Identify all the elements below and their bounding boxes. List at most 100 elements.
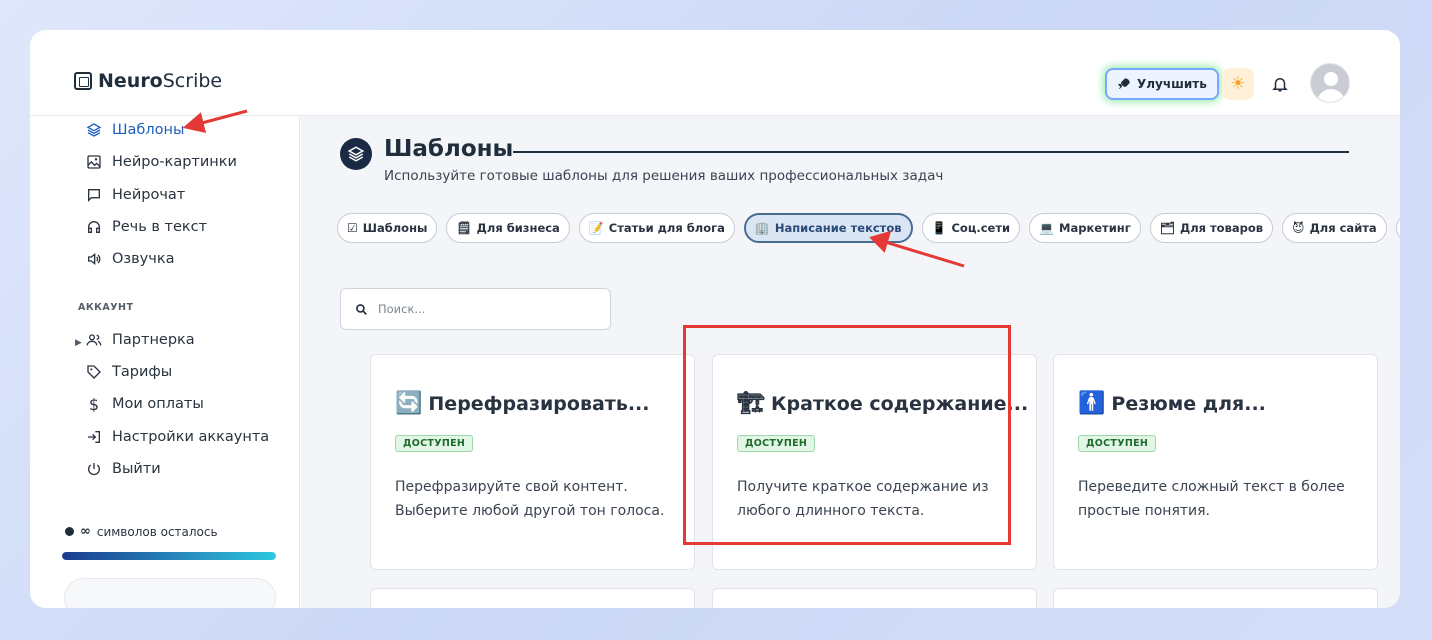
card-description: Переведите сложный текст в более простые… xyxy=(1078,479,1345,519)
sidebar-item-label: Мои оплаты xyxy=(112,396,204,412)
chip-business[interactable]: 🗒 Для бизнеса xyxy=(446,213,570,243)
chip-label: Для сайта xyxy=(1309,221,1377,235)
avatar[interactable] xyxy=(1310,63,1350,103)
template-card[interactable] xyxy=(712,588,1037,608)
symbols-progress-fill xyxy=(62,552,276,560)
chip-marketing[interactable]: 💻 Маркетинг xyxy=(1029,213,1141,243)
logo-icon xyxy=(74,72,92,90)
chip-website[interactable]: 😈 Для сайта xyxy=(1282,213,1387,243)
chip-label: Маркетинг xyxy=(1059,221,1131,235)
dollar-icon: $ xyxy=(88,394,100,414)
logo[interactable]: NeuroScribe xyxy=(74,70,222,92)
chip-label: Написание текстов xyxy=(774,221,902,235)
sidebar-item-label: Выйти xyxy=(112,461,161,477)
account-section-label: АККАУНТ xyxy=(78,302,134,313)
sidebar-item-label: Нейрочат xyxy=(112,187,186,203)
sidebar-item-label: Нейро-картинки xyxy=(112,154,237,170)
sidebar-item-label: Партнерка xyxy=(112,332,195,348)
page-title: Шаблоны xyxy=(384,136,514,162)
sidebar-item-speech-to-text[interactable]: Речь в текст xyxy=(86,219,207,235)
chat-icon xyxy=(86,187,102,203)
chip-templates[interactable]: ☑ Шаблоны xyxy=(337,213,438,243)
rocket-icon xyxy=(1117,78,1130,89)
sidebar-item-neurochat[interactable]: Нейрочат xyxy=(86,187,185,203)
sidebar-item-label: Тарифы xyxy=(112,364,173,380)
power-icon xyxy=(86,461,102,477)
sidebar-item-account-settings[interactable]: Настройки аккаунта xyxy=(86,429,269,445)
layers-icon xyxy=(86,122,102,138)
bell-icon xyxy=(1272,78,1288,92)
headphones-icon xyxy=(86,219,102,235)
building-icon: 🏢 xyxy=(754,221,770,235)
status-dot xyxy=(65,527,74,536)
sidebar-bottom-control[interactable] xyxy=(64,578,276,608)
title-divider xyxy=(513,151,1349,153)
chip-more[interactable] xyxy=(1395,213,1400,243)
sidebar-item-partners[interactable]: Партнерка xyxy=(86,332,195,348)
sidebar-item-voiceover[interactable]: Озвучка xyxy=(86,251,174,267)
sidebar-item-tariffs[interactable]: Тарифы xyxy=(86,364,172,380)
sidebar-item-label: Шаблоны xyxy=(112,122,185,138)
phone-icon: 📱 xyxy=(931,221,947,235)
template-card[interactable] xyxy=(1053,588,1378,608)
sidebar: Шаблоны Нейро-картинки Нейрочат Речь в т… xyxy=(30,116,300,608)
status-badge: ДОСТУПЕН xyxy=(1078,435,1157,452)
symbols-remaining: ∞ символов осталось xyxy=(65,524,218,539)
chip-label: Статьи для блога xyxy=(608,221,725,235)
symbols-label: символов осталось xyxy=(96,524,218,539)
card-description: Перефразируйте свой контент. Выберите лю… xyxy=(395,479,665,519)
sidebar-item-label: Речь в текст xyxy=(112,219,208,235)
template-card[interactable] xyxy=(370,588,695,608)
chip-label: Для товаров xyxy=(1179,221,1264,235)
logo-text: NeuroScribe xyxy=(98,70,223,92)
upgrade-label: Улучшить xyxy=(1137,77,1207,91)
card-title-text: Резюме для... xyxy=(1111,392,1266,415)
notifications-button[interactable] xyxy=(1270,72,1290,96)
sidebar-item-label: Настройки аккаунта xyxy=(112,429,270,445)
template-card-resume[interactable]: 🚹 Резюме для... ДОСТУПЕН Переведите сложн… xyxy=(1053,354,1378,570)
memo-icon: 📝 xyxy=(588,221,604,235)
users-icon xyxy=(86,332,102,348)
status-badge: ДОСТУПЕН xyxy=(395,435,474,452)
caret-right-icon[interactable]: ▶ xyxy=(75,338,82,348)
search-placeholder: Поиск... xyxy=(378,302,426,316)
sidebar-item-logout[interactable]: Выйти xyxy=(86,461,161,477)
chip-social[interactable]: 📱 Соц.сети xyxy=(921,213,1021,243)
chip-products[interactable]: 🗂 Для товаров xyxy=(1149,213,1274,243)
search-field[interactable]: Поиск... xyxy=(340,288,611,330)
upgrade-button[interactable]: Улучшить xyxy=(1105,68,1219,100)
card-index-icon: 🗂 xyxy=(1159,221,1175,235)
category-chips: ☑ Шаблоны 🗒 Для бизнеса 📝 Статьи для блога … xyxy=(337,213,1400,243)
symbols-count: ∞ xyxy=(80,524,91,539)
login-icon xyxy=(86,429,102,445)
laptop-icon: 💻 xyxy=(1039,221,1055,235)
sidebar-item-label: Озвучка xyxy=(112,251,175,267)
chip-blog-articles[interactable]: 📝 Статьи для блога xyxy=(578,213,735,243)
tag-icon xyxy=(86,364,102,380)
checkbox-icon: ☑ xyxy=(347,221,358,235)
sun-icon: ☀ xyxy=(1230,74,1246,94)
chip-text-writing[interactable]: 🏢 Написание текстов xyxy=(743,213,913,243)
symbols-progress-bar xyxy=(62,552,276,560)
card-title-text: Перефразировать... xyxy=(428,392,650,415)
search-icon xyxy=(356,303,367,315)
top-header: NeuroScribe Улучшить ☀ xyxy=(30,30,1400,116)
card-title: 🚹 Резюме для... xyxy=(1078,391,1266,416)
speaker-icon xyxy=(86,251,102,267)
sidebar-item-templates[interactable]: Шаблоны xyxy=(86,122,184,138)
template-card-paraphrase[interactable]: 🔄 Перефразировать... ДОСТУПЕН Перефразиру… xyxy=(370,354,695,570)
image-icon xyxy=(86,154,102,170)
theme-toggle-button[interactable]: ☀ xyxy=(1222,68,1254,100)
sidebar-item-neuro-images[interactable]: Нейро-картинки xyxy=(86,154,237,170)
page-subtitle: Используйте готовые шаблоны для решения … xyxy=(384,168,944,184)
devil-icon: 😈 xyxy=(1292,221,1305,235)
highlight-box xyxy=(683,325,1011,545)
chip-label: Для бизнеса xyxy=(476,221,560,235)
refresh-icon: 🔄 xyxy=(395,391,423,416)
person-icon: 🚹 xyxy=(1078,391,1106,416)
layers-icon xyxy=(340,138,372,170)
sidebar-item-payments[interactable]: $ Мои оплаты xyxy=(86,394,204,414)
chip-label: Соц.сети xyxy=(951,221,1011,235)
notepad-icon: 🗒 xyxy=(456,221,472,235)
card-title: 🔄 Перефразировать... xyxy=(395,391,650,416)
